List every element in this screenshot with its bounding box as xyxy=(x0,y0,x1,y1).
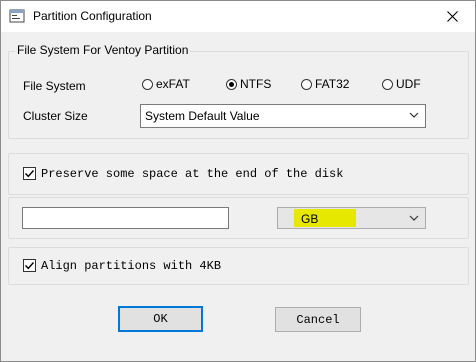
preserve-unit-select[interactable]: GB xyxy=(277,207,426,229)
chevron-down-icon xyxy=(409,112,419,118)
partition-config-window: Partition Configuration File System For … xyxy=(0,0,476,362)
align-label: Align partitions with 4KB xyxy=(41,259,222,273)
ok-button[interactable]: OK xyxy=(118,306,203,332)
cluster-size-label: Cluster Size xyxy=(23,109,88,123)
radio-ntfs-circle xyxy=(226,78,237,90)
window-title: Partition Configuration xyxy=(33,9,152,23)
app-icon xyxy=(9,9,25,23)
radio-ntfs-label: NTFS xyxy=(240,77,272,91)
cancel-button[interactable]: Cancel xyxy=(275,307,361,332)
radio-ntfs[interactable]: NTFS xyxy=(226,77,271,91)
title-bar: Partition Configuration xyxy=(1,1,475,32)
file-system-label: File System xyxy=(23,79,86,93)
checkmark-icon xyxy=(25,170,35,178)
close-icon xyxy=(446,11,458,22)
checkmark-icon xyxy=(25,262,35,270)
radio-exfat[interactable]: exFAT xyxy=(142,77,190,91)
radio-udf-label: UDF xyxy=(396,77,421,91)
close-button[interactable] xyxy=(429,1,475,32)
preserve-size-input[interactable] xyxy=(22,207,229,229)
radio-exfat-label: exFAT xyxy=(156,77,190,91)
radio-fat32-label: FAT32 xyxy=(315,77,350,91)
chevron-down-icon xyxy=(409,215,419,221)
radio-fat32[interactable]: FAT32 xyxy=(301,77,349,91)
preserve-checkbox[interactable] xyxy=(23,167,36,180)
align-checkbox[interactable] xyxy=(23,259,36,272)
radio-udf-circle xyxy=(382,78,393,90)
cluster-size-value: System Default Value xyxy=(145,109,260,123)
file-system-group-label: File System For Ventoy Partition xyxy=(15,43,191,57)
radio-fat32-circle xyxy=(301,78,312,90)
preserve-unit-value: GB xyxy=(301,212,319,226)
preserve-label: Preserve some space at the end of the di… xyxy=(41,167,344,181)
radio-udf[interactable]: UDF xyxy=(382,77,421,91)
radio-exfat-circle xyxy=(142,78,153,90)
cluster-size-select[interactable]: System Default Value xyxy=(140,104,426,128)
